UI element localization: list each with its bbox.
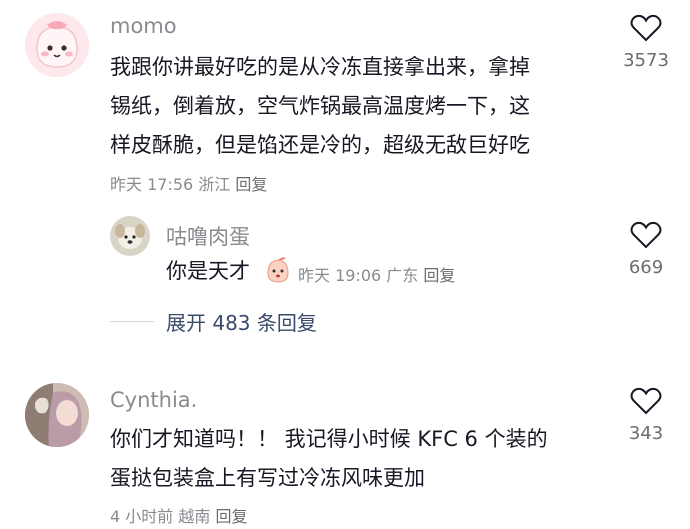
reply-meta: 昨天 19:06 广东 回复	[298, 262, 455, 286]
dog-avatar-icon	[110, 216, 150, 256]
like-count: 343	[628, 423, 664, 444]
emoji-sticker-icon	[264, 255, 292, 285]
like-button[interactable]: 343	[611, 387, 681, 444]
comment-line: 锡纸，倒着放，空气炸锅最高温度烤一下，这	[110, 94, 530, 118]
comment-location: 越南	[178, 507, 211, 526]
comment-username[interactable]: Cynthia.	[110, 388, 197, 412]
comment-time: 4 小时前	[110, 507, 174, 526]
comment-text: 你们才知道吗！！ 我记得小时候 KFC 6 个装的 蛋挞包装盒上有写过冷冻风味更…	[110, 420, 548, 498]
like-button[interactable]: 669	[611, 221, 681, 278]
like-count: 3573	[623, 50, 669, 71]
reply-button[interactable]: 回复	[215, 507, 247, 526]
comment-line: 蛋挞包装盒上有写过冷冻风味更加	[110, 466, 425, 490]
like-button[interactable]: 3573	[611, 14, 681, 71]
heart-icon	[630, 387, 662, 415]
expand-replies-button[interactable]: 展开 483 条回复	[166, 307, 317, 336]
reply-body: 你是天才	[166, 259, 250, 283]
peach-face-icon	[267, 257, 289, 283]
comment-text: 我跟你讲最好吃的是从冷冻直接拿出来，拿掉 锡纸，倒着放，空气炸锅最高温度烤一下，…	[110, 48, 530, 165]
reply-time: 昨天 19:06	[298, 266, 382, 285]
comment-username[interactable]: momo	[110, 14, 177, 38]
reply-username[interactable]: 咕噜肉蛋	[166, 221, 250, 251]
reply-text: 你是天才	[166, 252, 250, 291]
comment-meta: 4 小时前 越南 回复	[110, 503, 248, 527]
avatar-cynthia[interactable]	[25, 383, 89, 447]
photo-avatar-icon	[25, 383, 89, 447]
comment-meta: 昨天 17:56 浙江 回复	[110, 171, 267, 195]
avatar-gulu[interactable]	[110, 216, 150, 256]
comment-line: 我跟你讲最好吃的是从冷冻直接拿出来，拿掉	[110, 55, 530, 79]
comment-location: 浙江	[198, 175, 231, 194]
pink-character-icon	[25, 13, 89, 77]
comment-line: 样皮酥脆，但是馅还是冷的，超级无敌巨好吃	[110, 133, 530, 157]
heart-icon	[630, 221, 662, 249]
divider	[110, 321, 154, 322]
reply-button[interactable]: 回复	[235, 175, 267, 194]
like-count: 669	[628, 257, 664, 278]
reply-button[interactable]: 回复	[423, 266, 455, 285]
reply-location: 广东	[386, 266, 419, 285]
comment-line: 你们才知道吗！！ 我记得小时候 KFC 6 个装的	[110, 427, 548, 451]
avatar-momo[interactable]	[25, 13, 89, 77]
heart-icon	[630, 14, 662, 42]
comment-time: 昨天 17:56	[110, 175, 194, 194]
